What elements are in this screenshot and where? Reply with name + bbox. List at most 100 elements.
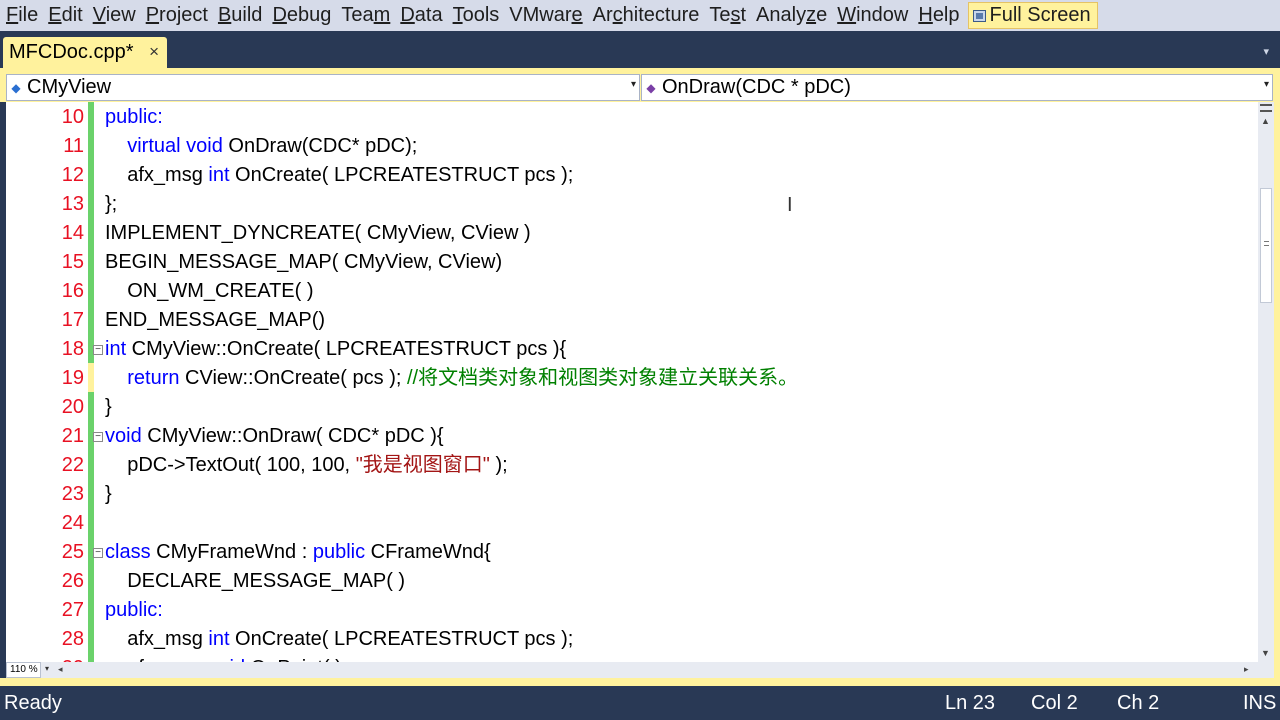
menu-item[interactable]: Edit [43,0,87,31]
code-line[interactable]: 29 afx_msg void OnPaint( ); [6,654,1258,662]
tab-label: MFCDoc.cpp* [9,41,134,63]
collapse-icon[interactable]: − [93,345,103,355]
code-text: public: [105,599,163,621]
line-number: 23 [61,483,84,505]
menu-item[interactable]: Build [213,0,267,31]
scroll-down-icon[interactable]: ▼ [1261,648,1270,658]
frame-edge [1274,102,1280,678]
code-line[interactable]: 22 pDC->TextOut( 100, 100, "我是视图窗口" ); [6,451,1258,480]
vertical-scrollbar[interactable]: ▲ ▼ [1258,102,1274,662]
menu-item[interactable]: Architecture [588,0,705,31]
chevron-down-icon[interactable]: ▾ [45,664,49,673]
line-number: 10 [61,106,84,128]
code-text: } [105,396,112,418]
collapse-icon[interactable]: − [93,548,103,558]
code-line[interactable]: 15 BEGIN_MESSAGE_MAP( CMyView, CView) [6,248,1258,277]
line-number: 15 [61,251,84,273]
scroll-left-icon[interactable]: ◂ [58,664,63,675]
code-line[interactable]: 16 ON_WM_CREATE( ) [6,277,1258,306]
menu-item[interactable]: Test [704,0,751,31]
line-number: 12 [61,164,84,186]
code-line[interactable]: 20} [6,393,1258,422]
menu-item[interactable]: Data [395,0,447,31]
code-line[interactable]: 27 public: [6,596,1258,625]
tab-mfcdoc-cpp[interactable]: MFCDoc.cpp* × [3,37,167,68]
code-text: IMPLEMENT_DYNCREATE( CMyView, CView ) [105,222,531,244]
code-line[interactable]: 11 virtual void OnDraw(CDC* pDC); [6,132,1258,161]
menu-item[interactable]: View [88,0,141,31]
code-line[interactable]: 25− class CMyFrameWnd : public CFrameWnd{ [6,538,1258,567]
code-line[interactable]: 17 END_MESSAGE_MAP() [6,306,1258,335]
line-number: 21 [61,425,84,447]
class-combo[interactable]: ◆ CMyView ▾ [6,74,640,101]
code-text: void CMyView::OnDraw( CDC* pDC ){ [105,425,444,447]
code-text: virtual void OnDraw(CDC* pDC); [127,135,418,157]
line-number: 13 [61,193,84,215]
status-line-number: Ln 23 [945,692,996,714]
code-line[interactable]: 14 IMPLEMENT_DYNCREATE( CMyView, CView ) [6,219,1258,248]
code-line[interactable]: 26 DECLARE_MESSAGE_MAP( ) [6,567,1258,596]
code-editor[interactable]: 10 public: 11 virtual void OnDraw(CDC* pDC… [6,102,1258,662]
line-number: 11 [63,135,84,157]
code-line[interactable]: 13}; [6,190,1258,219]
method-icon: ◆ [646,80,656,95]
menu-item[interactable]: File [0,0,43,31]
menu-item[interactable]: Help [913,0,964,31]
code-line[interactable]: 24 [6,509,1258,538]
code-line[interactable]: 18− int CMyView::OnCreate( LPCREATESTRUCT… [6,335,1258,364]
code-text: afx_msg int OnCreate( LPCREATESTRUCT pcs… [105,628,574,650]
chevron-down-icon[interactable]: ▾ [1264,79,1269,90]
zoom-level-combo[interactable]: 110 % [6,662,41,678]
code-text: return CView::OnCreate( pcs ); //将文档类对象和… [127,367,799,389]
menu-item[interactable]: Tools [448,0,505,31]
menu-item[interactable]: VMware [504,0,587,31]
code-text: ON_WM_CREATE( ) [105,280,314,302]
full-screen-button[interactable]: Fu ll Screen [967,2,1098,29]
status-insert-mode: INS [1243,692,1277,714]
status-column: Col 2 [1031,692,1078,714]
scroll-up-icon[interactable]: ▲ [1261,116,1270,126]
code-line[interactable]: 21− void CMyView::OnDraw( CDC* pDC ){ [6,422,1258,451]
collapse-icon[interactable]: − [93,432,103,442]
menu-item[interactable]: Window [832,0,913,31]
code-line[interactable]: 12 afx_msg int OnCreate( LPCREATESTRUCT … [6,161,1258,190]
line-number: 14 [61,222,84,244]
code-text: END_MESSAGE_MAP() [105,309,326,331]
frame-edge-bottom [0,678,1280,686]
code-text: public: [105,106,163,128]
chevron-down-icon[interactable]: ▾ [631,79,636,90]
code-text: afx_msg void OnPaint( ); [105,654,347,662]
line-number: 25 [61,541,84,563]
menu-item[interactable]: Project [141,0,213,31]
code-line[interactable]: 23} [6,480,1258,509]
line-number: 18 [61,338,84,360]
splitter-handle-icon[interactable] [1260,104,1272,112]
navigation-bar: ◆ CMyView ▾ ◆ OnDraw(CDC * pDC) ▾ [0,72,1280,102]
menu-item[interactable]: Analyze [751,0,832,31]
line-number: 22 [61,454,84,476]
class-icon: ◆ [11,80,21,95]
menu-item[interactable]: Debug [267,0,336,31]
horizontal-scrollbar[interactable]: 110 % ▾ ◂ ▸ [6,662,1274,678]
code-text: } [105,483,112,505]
grip-icon [1264,241,1269,246]
menu-item[interactable]: Team [336,0,395,31]
class-combo-value: CMyView [27,76,112,98]
code-text: afx_msg int OnCreate( LPCREATESTRUCT pcs… [105,164,574,186]
line-number: 27 [61,599,84,621]
tab-list-dropdown-icon[interactable]: ▾ [1263,45,1269,58]
code-line[interactable]: 10 public: [6,103,1258,132]
close-icon[interactable]: × [149,42,159,62]
scroll-right-icon[interactable]: ▸ [1244,664,1249,675]
status-ready: Ready [4,692,62,714]
scrollbar-thumb[interactable] [1260,188,1272,303]
code-line[interactable]: 28 afx_msg int OnCreate( LPCREATESTRUCT … [6,625,1258,654]
code-line[interactable]: 19 return CView::OnCreate( pcs ); //将文档类… [6,364,1258,393]
line-number: 24 [61,512,84,534]
method-combo[interactable]: ◆ OnDraw(CDC * pDC) ▾ [641,74,1273,101]
line-number: 20 [61,396,84,418]
line-number: 26 [61,570,84,592]
line-number: 29 [6,654,84,662]
text-cursor-icon: Ι [787,194,793,216]
menu-bar: File Edit View Project Build Debug Team Data Too… [0,0,1280,31]
